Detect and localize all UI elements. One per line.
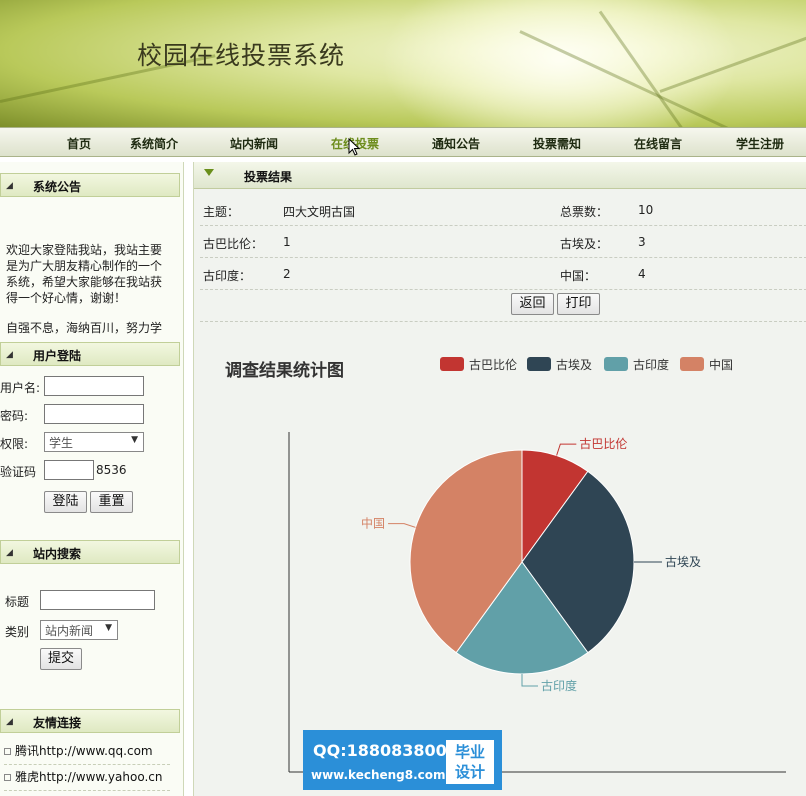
bullet-square-icon [4, 748, 11, 755]
heading-label: 系统公告 [33, 180, 82, 194]
expand-triangle-icon [204, 169, 214, 176]
role-label: 权限: [0, 437, 29, 451]
option-label: 古埃及： [560, 237, 609, 251]
friend-link-text: 腾讯http://www.qq.com [15, 744, 153, 758]
nav-item-message[interactable]: 在线留言 [634, 135, 682, 152]
legend-label: 古印度 [633, 358, 670, 372]
reset-button[interactable]: 重置 [90, 491, 133, 513]
sidebar-heading-search: ◢ 站内搜索 [0, 540, 180, 564]
print-button[interactable]: 打印 [557, 293, 600, 315]
legend-label: 中国 [709, 358, 734, 372]
info-row-votes: 古印度： 2 中国： 4 [200, 258, 806, 290]
mouse-cursor-icon [348, 138, 360, 156]
sidebar-heading-login: ◢ 用户登陆 [0, 342, 180, 366]
search-submit-button[interactable]: 提交 [40, 648, 82, 670]
dropdown-arrow-icon: ▼ [105, 623, 112, 633]
login-button[interactable]: 登陆 [44, 491, 87, 513]
bullet-square-icon [4, 774, 11, 781]
heading-label: 投票结果 [244, 170, 293, 184]
option-count: 1 [283, 235, 291, 249]
nav-item-notice[interactable]: 通知公告 [432, 135, 480, 152]
nav-item-register[interactable]: 学生注册 [736, 135, 784, 152]
main-nav: 首页 系统简介 站内新闻 在线投票 通知公告 投票需知 在线留言 学生注册 [0, 127, 806, 157]
total-value: 10 [638, 203, 654, 217]
heading-label: 用户登陆 [33, 349, 82, 363]
search-title-input[interactable] [40, 590, 155, 610]
category-select-value: 站内新闻 [45, 624, 94, 638]
header-banner: 校园在线投票系统 [0, 0, 806, 127]
watermark-badge: QQ:188083800 www.kecheng8.com 毕业 设计 [303, 730, 502, 790]
legend-label: 古埃及 [556, 358, 593, 372]
dropdown-arrow-icon: ▼ [131, 435, 138, 445]
option-count: 4 [638, 267, 646, 281]
option-count: 3 [638, 235, 646, 249]
search-category-label: 类别 [5, 625, 30, 639]
topic-value: 四大文明古国 [283, 205, 356, 219]
captcha-label: 验证码 [0, 465, 37, 479]
heading-label: 友情连接 [33, 716, 82, 730]
info-row-votes: 古巴比伦： 1 古埃及： 3 [200, 226, 806, 258]
watermark-line2: 设计 [454, 763, 485, 781]
nav-item-news[interactable]: 站内新闻 [230, 135, 278, 152]
chart-title: 调查结果统计图 [225, 361, 344, 381]
total-label: 总票数： [560, 205, 609, 219]
watermark-site: www.kecheng8.com [311, 768, 446, 782]
role-select-value: 学生 [49, 436, 74, 450]
heading-label: 站内搜索 [33, 547, 82, 561]
username-label: 用户名: [0, 381, 41, 395]
vote-result-heading: 投票结果 [194, 162, 806, 189]
info-row-topic: 主题： 四大文明古国 总票数： 10 [200, 194, 806, 226]
sidebar-heading-links: ◢ 友情连接 [0, 709, 180, 733]
collapse-triangle-icon: ◢ [6, 717, 13, 727]
option-count: 2 [283, 267, 291, 281]
friend-link[interactable]: 雅虎http://www.yahoo.cn [4, 765, 170, 791]
legend-swatch [527, 357, 551, 371]
topic-label: 主题： [203, 205, 240, 219]
collapse-triangle-icon: ◢ [6, 181, 13, 191]
sidebar-heading-announcement: ◢ 系统公告 [0, 173, 180, 197]
legend-swatch [604, 357, 628, 371]
site-title: 校园在线投票系统 [137, 41, 346, 70]
nav-item-guide[interactable]: 投票需知 [533, 135, 581, 152]
search-category-select[interactable]: 站内新闻 ▼ [40, 620, 118, 640]
collapse-triangle-icon: ◢ [6, 350, 13, 360]
password-input[interactable] [44, 404, 144, 424]
button-row: 返回 打印 [200, 290, 806, 322]
back-button[interactable]: 返回 [511, 293, 554, 315]
announcement-text: 欢迎大家登陆我站，我站主要是为广大朋友精心制作的一个系统，希望大家能够在我站获得… [6, 243, 163, 305]
friend-link[interactable]: 腾讯http://www.qq.com [4, 739, 170, 765]
announcement-motto: 自强不息，海纳百川，努力学 [6, 321, 163, 335]
nav-item-home[interactable]: 首页 [67, 135, 91, 152]
nav-item-intro[interactable]: 系统简介 [130, 135, 178, 152]
option-label: 古巴比伦： [203, 237, 264, 251]
username-input[interactable] [44, 376, 144, 396]
legend-swatch [440, 357, 464, 371]
legend-label: 古巴比伦 [469, 358, 518, 372]
main-panel: 投票结果 主题： 四大文明古国 总票数： 10 古巴比伦： 1 古埃及： 3 古… [193, 162, 806, 796]
watermark-box: 毕业 设计 [446, 740, 494, 784]
option-label: 中国： [560, 269, 597, 283]
role-select[interactable]: 学生 ▼ [44, 432, 144, 452]
legend-swatch [680, 357, 704, 371]
collapse-triangle-icon: ◢ [6, 548, 13, 558]
watermark-qq: QQ:188083800 [313, 741, 447, 760]
captcha-code: 8536 [96, 463, 127, 477]
password-label: 密码: [0, 409, 29, 423]
friend-link-text: 雅虎http://www.yahoo.cn [15, 770, 163, 784]
search-title-label: 标题 [5, 595, 30, 609]
option-label: 古印度： [203, 269, 252, 283]
watermark-line1: 毕业 [454, 743, 485, 761]
captcha-input[interactable] [44, 460, 94, 480]
